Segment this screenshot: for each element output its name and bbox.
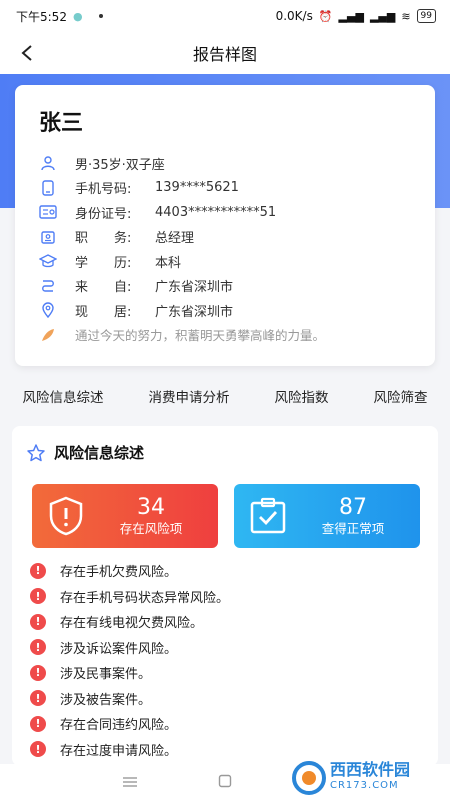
id-value: 4403***********51 [155,204,277,220]
warning-icon: ! [30,613,46,630]
phone-icon [39,179,57,197]
risk-count-label: 存在风险项 [119,521,183,536]
profile-card: 张三 男·35岁·双子座 手机号码: 139****5621 身份证号: 440… [15,85,435,366]
info-row-position: 职 务: 总经理 [39,225,411,250]
warning-icon: ! [30,690,46,707]
tab-risk-screening[interactable]: 风险筛查 [370,386,432,406]
risk-item-text: 涉及诉讼案件风险。 [60,641,178,657]
info-row-education: 学 历: 本科 [39,249,411,274]
report-tabs: 风险信息综述 消费申请分析 风险指数 风险筛查 [0,376,450,416]
notification-icon: ● [72,9,83,23]
feather-icon [39,326,57,344]
warning-icon: ! [30,741,46,758]
risk-count-card[interactable]: 34 存在风险项 [32,484,218,548]
origin-label: 来 自: [75,280,132,296]
position-value: 总经理 [155,231,195,247]
route-icon [39,277,57,295]
info-row-motto: 通过今天的努力，积蓄明天勇攀高峰的力量。 [39,323,411,348]
status-time: 下午5:52 [16,9,67,24]
risk-item-text: 涉及民事案件。 [60,667,152,683]
id-card-icon [39,203,57,221]
list-item: ! 存在手机号码状态异常风险。 [30,584,430,610]
wifi-icon: ≋ [401,9,411,23]
user-icon [39,154,57,172]
info-row-origin: 来 自: 广东省深圳市 [39,274,411,299]
info-row-phone: 手机号码: 139****5621 [39,176,411,201]
square-icon [218,774,232,787]
phone-label: 手机号码: [75,182,132,198]
section-title: 风险信息综述 [54,444,145,462]
info-row-basic: 男·35岁·双子座 [39,151,411,176]
risk-item-text: 涉及被告案件。 [60,692,152,708]
chevron-left-icon [21,45,32,61]
signal-icon: ▂▄▆ [338,9,364,23]
menu-icon [123,776,137,787]
education-label: 学 历: [75,255,132,271]
watermark-domain: CR173.COM [330,780,399,791]
phone-value: 139****5621 [155,180,239,196]
info-row-residence: 现 居: 广东省深圳市 [39,298,411,323]
home-button[interactable] [218,773,232,792]
badge-icon [39,228,57,246]
motto-text: 通过今天的努力，积蓄明天勇攀高峰的力量。 [75,328,326,344]
back-button[interactable] [14,40,40,66]
tab-risk-index[interactable]: 风险指数 [271,386,333,406]
warning-icon: ! [30,588,46,605]
list-item: ! 涉及民事案件。 [30,660,430,686]
risk-item-text: 存在过度申请风险。 [60,743,178,759]
page-title: 报告样图 [192,45,257,64]
risk-item-text: 存在手机欠费风险。 [60,565,178,581]
normal-count: 87 [339,495,367,520]
clipboard-check-icon [242,484,294,548]
profile-name: 张三 [39,111,84,136]
warning-icon: ! [30,639,46,656]
network-speed: 0.0K/s [275,9,313,23]
status-dot [98,14,103,18]
risk-item-text: 存在合同违约风险。 [60,718,178,734]
list-item: ! 存在有线电视欠费风险。 [30,609,430,635]
risk-item-text: 存在有线电视欠费风险。 [60,616,204,632]
section-header: 风险信息综述 [26,442,144,463]
alarm-icon: ⏰ [318,9,333,23]
warning-icon: ! [30,664,46,681]
list-item: ! 涉及被告案件。 [30,686,430,712]
tab-consumption-analysis[interactable]: 消费申请分析 [145,386,234,406]
watermark-logo-icon [292,761,326,795]
menu-button[interactable] [122,773,138,792]
warning-icon: ! [30,562,46,579]
warning-icon: ! [30,715,46,732]
position-label: 职 务: [75,231,132,247]
risk-count: 34 [137,495,165,520]
status-bar: 下午5:52 ● 0.0K/s ⏰ ▂▄▆ ▂▄▆ ≋ 99 [0,0,450,32]
graduation-cap-icon [39,252,57,270]
info-row-id: 身份证号: 4403***********51 [39,200,411,225]
normal-count-label: 查得正常项 [321,521,385,536]
risk-list: ! 存在手机欠费风险。 ! 存在手机号码状态异常风险。 ! 存在有线电视欠费风险。 !… [30,558,430,762]
normal-count-card[interactable]: 87 查得正常项 [234,484,420,548]
list-item: ! 存在合同违约风险。 [30,711,430,737]
nav-bar: 报告样图 [0,32,450,74]
residence-label: 现 居: [75,304,132,320]
location-icon [39,301,57,319]
education-value: 本科 [155,255,182,271]
list-item: ! 存在手机欠费风险。 [30,558,430,584]
tab-risk-summary[interactable]: 风险信息综述 [19,386,108,406]
residence-value: 广东省深圳市 [155,304,234,320]
watermark: 西西软件园 CR173.COM [292,758,442,798]
id-label: 身份证号: [75,206,132,222]
risk-item-text: 存在手机号码状态异常风险。 [60,590,230,606]
risk-summary-card: 风险信息综述 34 存在风险项 87 查得正常项 ! 存在手机欠费风险。 ! 存在手… [12,426,438,766]
battery-icon: 99 [416,9,436,23]
basic-info: 男·35岁·双子座 [75,157,165,173]
signal-icon-2: ▂▄▆ [369,9,396,23]
origin-value: 广东省深圳市 [155,280,234,296]
list-item: ! 涉及诉讼案件风险。 [30,635,430,661]
shield-alert-icon [40,484,92,548]
watermark-brand: 西西软件园 [330,760,411,779]
star-icon [27,443,45,461]
